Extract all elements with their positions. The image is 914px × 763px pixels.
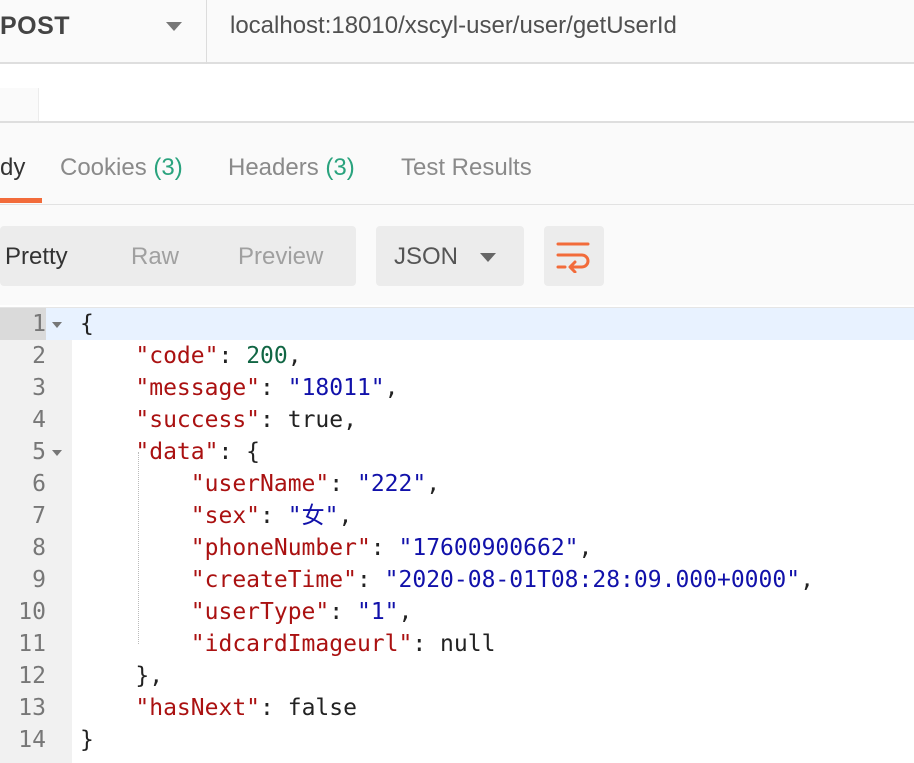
url-input[interactable]: localhost:18010/xscyl-user/user/getUserI… [230,12,677,40]
code-text: "idcardImageurl": null [190,631,496,657]
wrap-lines-icon [556,242,590,273]
tab-test-results-label: Test Results [401,154,532,181]
line-number: 11 [18,631,46,657]
code-line: 14} [0,724,914,756]
code-line: 1{ [0,308,914,340]
code-text: "userType": "1", [190,599,413,625]
wrap-lines-button[interactable] [544,226,604,286]
format-toggle-group: Pretty Raw Preview [0,226,356,286]
code-text: { [80,311,94,337]
line-number: 13 [18,695,46,721]
code-text: }, [80,663,164,689]
method-label: POST [0,12,71,40]
tab-headers-count: (3) [325,154,355,181]
line-number: 14 [18,727,46,753]
chevron-down-icon [166,22,182,31]
code-line: 3 "message": "18011", [0,372,914,404]
line-number: 5 [32,439,46,465]
fold-caret-icon[interactable] [52,450,62,456]
language-select[interactable]: JSON [376,226,524,286]
line-number: 8 [32,535,46,561]
code-line: 13 "hasNext": false [0,692,914,724]
line-number: 3 [32,375,46,401]
method-select[interactable]: POST [0,0,207,64]
code-line: 4 "success": true, [0,404,914,436]
raw-button[interactable]: Raw [131,243,179,271]
language-label: JSON [394,243,459,270]
code-text: "code": 200, [135,343,302,369]
request-bar: POST localhost:18010/xscyl-user/user/get… [0,0,914,64]
code-line: 12 }, [0,660,914,692]
tab-headers-label: Headers [228,154,319,181]
line-number: 2 [32,343,46,369]
line-number: 7 [32,503,46,529]
response-tabs: dy Cookies (3) Headers (3) Test Results [0,123,914,205]
line-number: 10 [18,599,46,625]
code-text: "data": { [135,439,261,465]
tab-test-results[interactable]: Test Results [401,154,532,182]
request-field-row [0,88,914,123]
code-line: 2 "code": 200, [0,340,914,372]
request-field-input[interactable] [38,88,914,121]
code-text: "hasNext": false [135,695,357,721]
indent-guide [138,452,139,644]
tab-headers[interactable]: Headers (3) [228,154,355,182]
tab-body[interactable]: dy [0,154,25,182]
code-text: } [80,727,94,753]
fold-caret-icon[interactable] [52,322,62,328]
code-text: "createTime": "2020-08-01T08:28:09.000+0… [190,567,814,593]
tab-cookies[interactable]: Cookies (3) [60,154,183,182]
tab-body-label: dy [0,154,26,181]
code-text: "success": true, [135,407,357,433]
response-toolbar: Pretty Raw Preview JSON [0,205,914,305]
response-body-editor[interactable]: 1{2 "code": 200, 3 "message": "18011", 4 "… [0,307,914,763]
code-text: "message": "18011", [135,375,399,401]
tab-cookies-label: Cookies [60,154,147,181]
chevron-down-icon [480,253,496,262]
request-subbar [0,66,914,89]
line-number: 9 [32,567,46,593]
line-number: 4 [32,407,46,433]
line-number: 12 [18,663,46,689]
code-text: "userName": "222", [190,471,441,497]
line-number: 6 [32,471,46,497]
code-text: "phoneNumber": "17600900662", [190,535,593,561]
tab-cookies-count: (3) [153,154,183,181]
code-text: "sex": "女", [190,503,353,529]
preview-button[interactable]: Preview [238,243,323,271]
line-number: 1 [0,308,46,340]
pretty-button[interactable]: Pretty [5,243,68,271]
active-tab-indicator [0,198,42,203]
